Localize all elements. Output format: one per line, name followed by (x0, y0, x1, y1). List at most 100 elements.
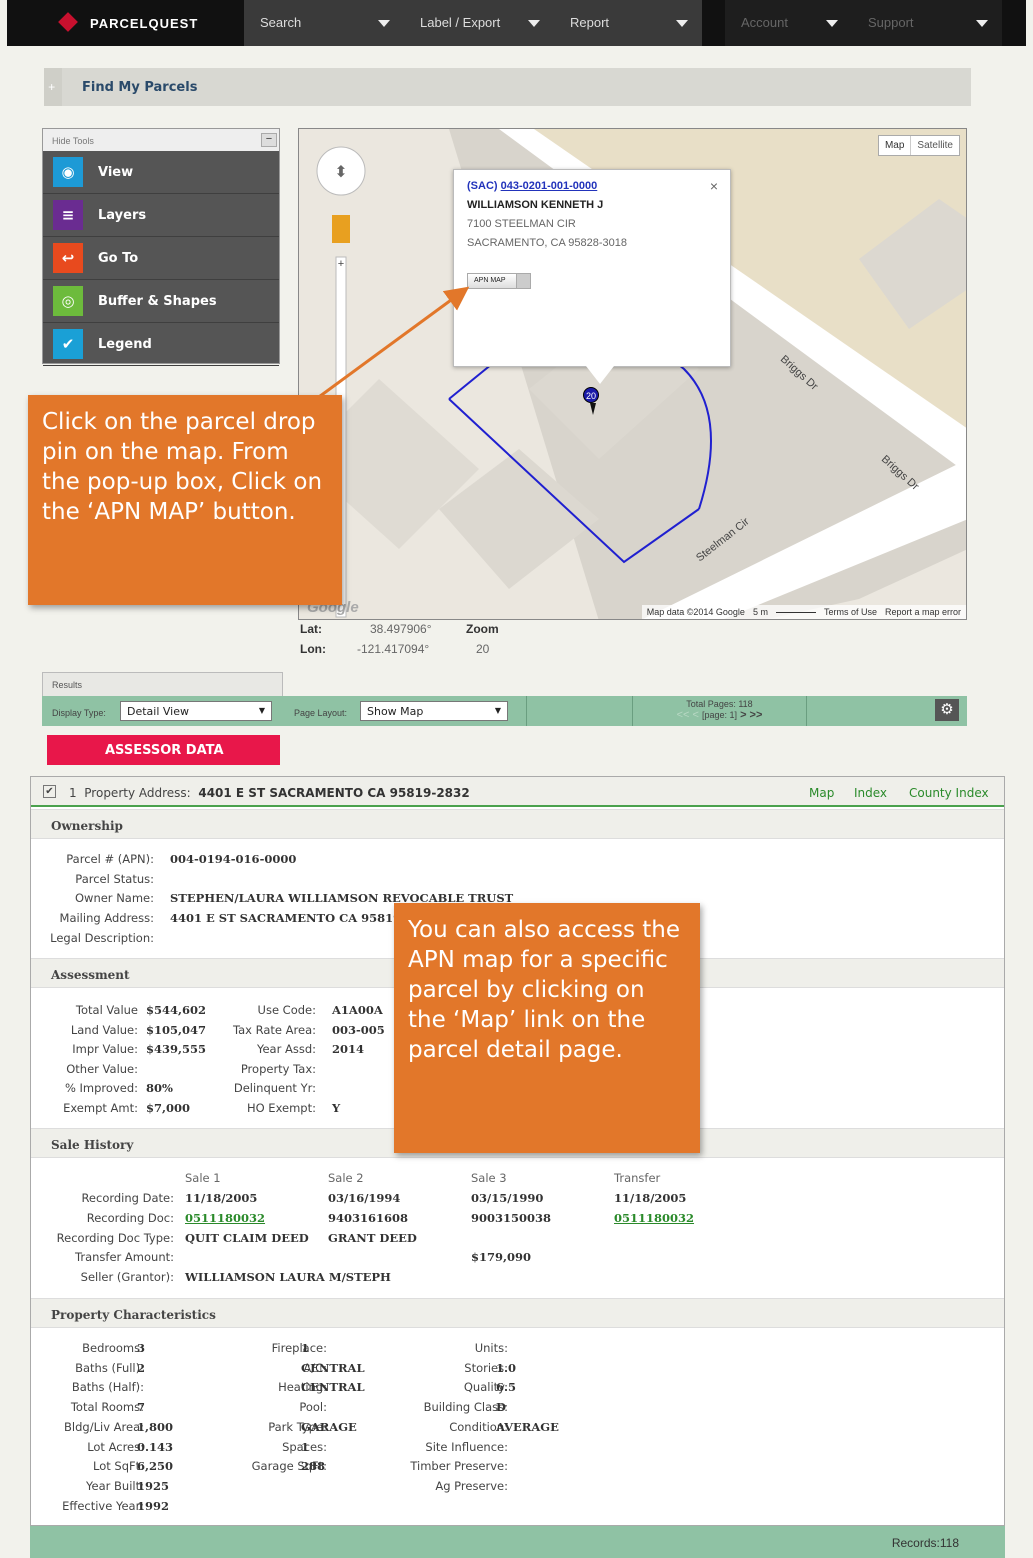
nav-report[interactable]: Report (554, 0, 702, 46)
transfer-amount-label: Transfer Amount: (75, 1250, 174, 1264)
tool-buffer-shapes[interactable]: ◎ Buffer & Shapes (43, 280, 279, 323)
total-value-label: Total Value (75, 1003, 138, 1017)
records-count: Records:118 (891, 1536, 959, 1550)
parcelquest-logo[interactable]: PARCELQUEST (59, 15, 198, 31)
recording-date-value: 11/18/2005 (614, 1191, 687, 1205)
nav-search[interactable]: Search (244, 0, 404, 46)
nav-support[interactable]: Support (852, 0, 1002, 46)
results-tab[interactable]: Results (42, 672, 283, 696)
pct-improved-label: % Improved: (64, 1081, 138, 1095)
hide-tools-toggle[interactable]: Hide Tools − (43, 129, 279, 151)
display-type-select[interactable]: Detail View (120, 701, 272, 721)
lon-value: -121.417094° (357, 642, 430, 656)
popup-owner: WILLIAMSON KENNETH J (467, 199, 604, 211)
map-type-control: Map Satellite (877, 135, 960, 156)
ho-exempt-value: Y (332, 1101, 341, 1115)
characteristic-value: GARAGE (301, 1419, 357, 1434)
sale-column-header: Transfer (614, 1171, 661, 1185)
buffer-icon: ◎ (53, 286, 83, 316)
characteristic-value: 1992 (137, 1498, 170, 1513)
page-layout-value: Show Map (367, 705, 424, 718)
legend-icon: ✔ (53, 329, 83, 359)
select-checkbox[interactable]: ✔ (43, 785, 56, 798)
tool-go-to[interactable]: ↩ Go To (43, 237, 279, 280)
parcelquest-logo-icon (59, 15, 81, 31)
property-address-value: 4401 E ST SACRAMENTO CA 95819-2832 (198, 786, 470, 800)
hide-tools-label: Hide Tools (52, 136, 94, 146)
year-assd-value: 2014 (332, 1042, 365, 1056)
recording-doc-value: 9003150038 (471, 1211, 552, 1225)
delinquent-yr-label: Delinquent Yr: (233, 1081, 316, 1095)
terms-of-use-link[interactable]: Terms of Use (824, 607, 877, 617)
nav-label-export[interactable]: Label / Export (404, 0, 554, 46)
characteristic-value: 0.143 (137, 1439, 174, 1454)
find-my-parcels-bar[interactable]: + Find My Parcels (44, 68, 971, 106)
chevron-down-icon (676, 20, 688, 27)
total-value: $544,602 (146, 1003, 207, 1017)
eye-icon: ◉ (53, 157, 83, 187)
use-code-value: A1A00A (332, 1003, 383, 1017)
tools-panel: Hide Tools − ◉ View ≡ Layers ↩ Go To ◎ Buffe… (42, 128, 280, 366)
recording-doc-type-value: GRANT DEED (328, 1231, 417, 1245)
page-layout-select[interactable]: Show Map (360, 701, 508, 721)
characteristic-label: Total Rooms: (70, 1400, 144, 1415)
characteristic-label: Effective Year: (62, 1498, 144, 1513)
property-tax-label: Property Tax: (240, 1062, 316, 1076)
popup-address-line2: SACRAMENTO, CA 95828-3018 (467, 237, 627, 249)
results-toolbar: Display Type: Detail View Page Layout: S… (42, 696, 967, 726)
nav-report-label: Report (570, 15, 610, 30)
map-attribution: Map data ©2014 Google 5 m Terms of Use R… (641, 605, 966, 619)
gear-icon[interactable]: ⚙ (935, 699, 959, 721)
characteristic-label: Pool: (299, 1400, 327, 1415)
index-link[interactable]: Index (854, 786, 887, 800)
map-type-map[interactable]: Map (879, 136, 912, 155)
map-link[interactable]: Map (809, 786, 834, 800)
prev-page-button[interactable]: << < (677, 709, 699, 721)
next-page-button[interactable]: > >> (740, 709, 762, 721)
close-icon[interactable]: × (710, 178, 718, 194)
characteristic-value: 3 (137, 1341, 146, 1355)
tool-legend-label: Legend (98, 336, 152, 352)
characteristic-value: D (496, 1400, 506, 1415)
land-value-label: Land Value: (70, 1023, 138, 1037)
report-map-error-link[interactable]: Report a map error (885, 607, 961, 617)
recording-doc-type-label: Recording Doc Type: (56, 1231, 174, 1245)
parcel-popup: × (SAC) 043-0201-001-0000 WILLIAMSON KEN… (453, 169, 731, 384)
toolbar-divider (526, 696, 527, 726)
characteristic-label: Lot Acres: (87, 1439, 144, 1454)
popup-county: (SAC) (467, 180, 498, 192)
characteristic-value: 1 (301, 1341, 310, 1355)
seller-label: Seller (Grantor): (80, 1270, 174, 1284)
tool-legend[interactable]: ✔ Legend (43, 323, 279, 366)
characteristic-label: Bedrooms: (82, 1341, 144, 1355)
characteristic-value: AVERAGE (496, 1419, 559, 1434)
apn-value: 004-0194-016-0000 (170, 852, 297, 866)
tool-view[interactable]: ◉ View (43, 151, 279, 194)
parcel-drop-pin[interactable]: 20 (583, 387, 599, 403)
recording-doc-link[interactable]: 0511180032 (185, 1211, 265, 1225)
pagination: Total Pages: 118 << < [page: 1] > >> (632, 696, 807, 726)
nav-account[interactable]: Account (725, 0, 852, 46)
property-header: ✔ 1 Property Address: 4401 E ST SACRAMEN… (31, 777, 1004, 807)
tool-view-label: View (98, 164, 134, 180)
assessor-data-tab[interactable]: ASSESSOR DATA (47, 735, 280, 765)
current-page: [page: 1] (701, 710, 738, 720)
county-index-link[interactable]: County Index (909, 786, 989, 800)
tool-layers[interactable]: ≡ Layers (43, 194, 279, 237)
apn-map-button[interactable]: APN MAP (467, 273, 531, 289)
recording-doc-link[interactable]: 0511180032 (614, 1211, 694, 1225)
sale-column-header: Sale 3 (471, 1171, 507, 1185)
apn-label: Parcel # (APN): (66, 852, 154, 866)
characteristic-value: 6,250 (137, 1459, 174, 1474)
characteristic-value: 1 (301, 1439, 310, 1454)
map-canvas[interactable]: ⬍ + Map Satellite Briggs Dr Briggs Dr St… (298, 128, 967, 620)
impr-value: $439,555 (146, 1042, 207, 1056)
minimize-icon[interactable]: − (261, 133, 277, 147)
tax-rate-area-label: Tax Rate Area: (233, 1023, 316, 1037)
map-type-satellite[interactable]: Satellite (911, 136, 959, 155)
scale-bar (775, 607, 816, 613)
recording-date-label: Recording Date: (81, 1191, 174, 1205)
popup-apn-link[interactable]: 043-0201-001-0000 (501, 180, 598, 192)
characteristic-value: 1,800 (137, 1419, 174, 1434)
characteristic-label: Baths (Full): (75, 1360, 144, 1375)
